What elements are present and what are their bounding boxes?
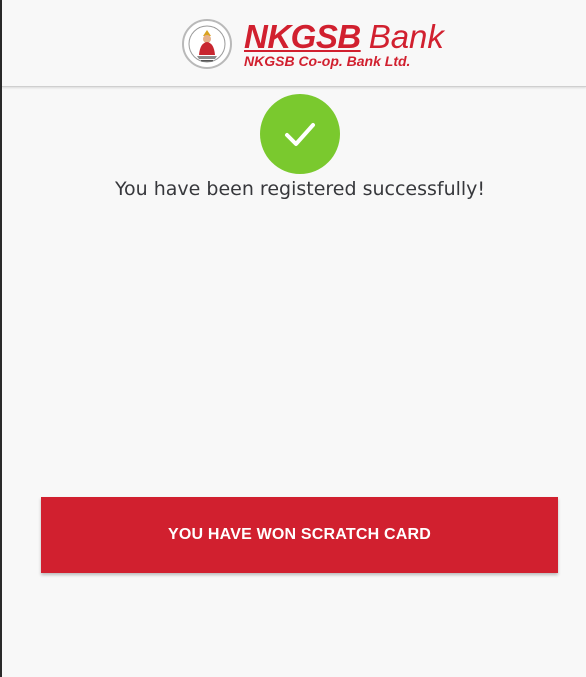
deity-emblem-icon <box>182 19 232 69</box>
window-edge <box>0 0 2 677</box>
success-message: You have been registered successfully! <box>114 178 486 200</box>
scratch-card-button[interactable]: YOU HAVE WON SCRATCH CARD <box>41 497 558 573</box>
logo-brand-suffix: Bank <box>368 18 444 55</box>
logo-subtitle: NKGSB Co-op. Bank Ltd. <box>244 53 411 69</box>
bank-logo: NKGSB Bank NKGSB Co-op. Bank Ltd. <box>182 16 444 72</box>
logo-text: NKGSB Bank NKGSB Co-op. Bank Ltd. <box>244 20 444 68</box>
registration-success-screen: NKGSB Bank NKGSB Co-op. Bank Ltd. You ha… <box>0 0 586 677</box>
success-checkmark-icon <box>260 94 340 174</box>
logo-brand-name: NKGSB <box>244 18 361 55</box>
app-header: NKGSB Bank NKGSB Co-op. Bank Ltd. <box>2 0 586 87</box>
